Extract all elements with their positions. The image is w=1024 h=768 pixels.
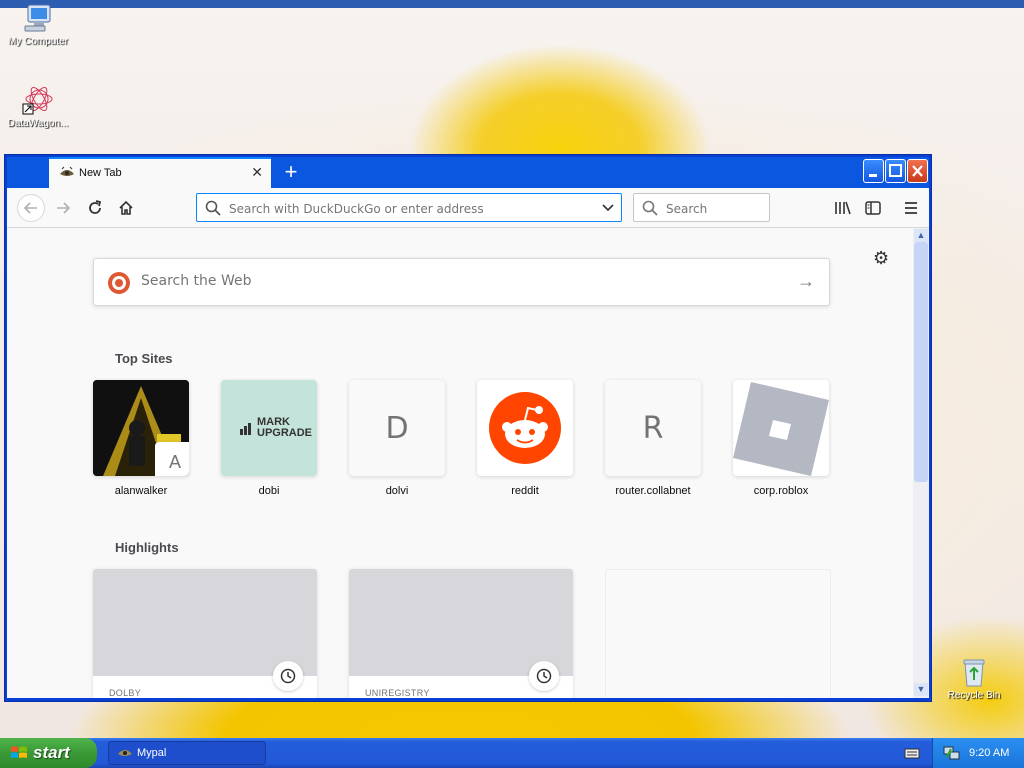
- dolvi-thumbnail: D: [349, 380, 445, 476]
- search-bar[interactable]: [633, 193, 770, 222]
- reddit-logo-icon: [489, 392, 561, 464]
- url-bar[interactable]: [196, 193, 622, 222]
- desktop-icon-label: DataWagon...: [7, 118, 69, 129]
- tab-bar: New Tab ✕ +: [7, 157, 929, 188]
- library-icon: [835, 201, 851, 215]
- reload-icon: [89, 200, 102, 214]
- roblox-thumbnail: [733, 380, 829, 476]
- search-icon: [642, 200, 658, 221]
- forward-button[interactable]: [49, 194, 77, 222]
- mypal-favicon-icon: [59, 166, 75, 180]
- top-sites-heading: Top Sites: [115, 351, 173, 366]
- desktop-icon-label: Recycle Bin: [947, 690, 1001, 701]
- chevron-down-icon[interactable]: [601, 201, 615, 219]
- hamburger-menu-icon: [905, 202, 917, 214]
- start-label: start: [33, 743, 70, 762]
- datawagon-icon: [22, 84, 54, 116]
- new-tab-button[interactable]: +: [277, 159, 305, 185]
- taskbar-item-mypal[interactable]: Mypal: [108, 741, 266, 765]
- alanwalker-thumbnail: A: [93, 380, 189, 476]
- start-button[interactable]: start: [0, 738, 97, 768]
- router-collabnet-thumbnail: R: [605, 380, 701, 476]
- back-button[interactable]: [17, 194, 45, 222]
- keyboard-icon[interactable]: [904, 746, 920, 765]
- top-site-tile[interactable]: D dolvi: [349, 380, 445, 497]
- roblox-logo-icon: [733, 382, 829, 476]
- clock-icon: [273, 661, 303, 691]
- browser-window: New Tab ✕ + Search with DuckDuckGo or en…: [4, 154, 932, 702]
- gear-icon[interactable]: ⚙: [873, 248, 889, 269]
- recycle-bin-icon: [958, 656, 990, 688]
- tab-new-tab[interactable]: New Tab ✕: [49, 157, 271, 188]
- network-icon[interactable]: [943, 745, 961, 766]
- arrow-right-icon[interactable]: →: [797, 271, 815, 292]
- alanwalker-badge: A: [155, 442, 189, 476]
- highlight-image: [349, 569, 573, 676]
- sidebar-icon: [865, 201, 881, 215]
- forward-arrow-icon: [57, 202, 71, 214]
- clock-icon: [529, 661, 559, 691]
- mypal-app-icon: [117, 746, 133, 765]
- highlight-card[interactable]: UNIREGISTRY: [349, 569, 573, 698]
- vertical-scrollbar[interactable]: ▲ ▼: [913, 228, 929, 698]
- highlight-card[interactable]: DOLBY: [93, 569, 317, 698]
- menu-button[interactable]: [897, 194, 925, 222]
- duckduckgo-logo-icon: [108, 272, 130, 294]
- top-site-tile[interactable]: corp.roblox: [733, 380, 829, 497]
- top-site-tile[interactable]: MARK UPGRADE dobi: [221, 380, 317, 497]
- desktop-icon-recycle-bin[interactable]: Recycle Bin: [936, 656, 1012, 701]
- scroll-thumb[interactable]: [914, 242, 928, 482]
- computer-icon: [22, 2, 54, 34]
- top-site-tile[interactable]: reddit: [477, 380, 573, 497]
- sidebar-toggle-button[interactable]: [859, 194, 887, 222]
- top-site-tile[interactable]: A alanwalker: [93, 380, 189, 497]
- desktop-icon-my-computer[interactable]: My Computer: [0, 2, 76, 47]
- reload-button[interactable]: [81, 194, 109, 222]
- taskbar-item-label: Mypal: [137, 747, 167, 759]
- back-arrow-icon: [23, 202, 37, 214]
- web-search-input[interactable]: [139, 272, 763, 290]
- bar-chart-icon: [240, 423, 251, 435]
- desktop-top-bar: [0, 0, 1024, 8]
- library-button[interactable]: [829, 194, 857, 222]
- desktop-icon-datawagon[interactable]: DataWagon...: [0, 84, 76, 129]
- highlight-source: DOLBY: [109, 688, 142, 698]
- dobi-thumbnail: MARK UPGRADE: [221, 380, 317, 476]
- new-tab-page: ⚙ → Top Sites A alanwalker: [7, 228, 913, 698]
- top-site-label: alanwalker: [114, 485, 168, 497]
- clock-time: 9:20 AM: [969, 747, 1010, 759]
- site-letter: D: [385, 410, 409, 446]
- reddit-thumbnail: [477, 380, 573, 476]
- highlight-image: [93, 569, 317, 676]
- top-site-tile[interactable]: R router.collabnet: [605, 380, 701, 497]
- desktop-icon-label: My Computer: [7, 36, 68, 47]
- top-site-label: corp.roblox: [753, 485, 809, 497]
- url-input[interactable]: [227, 198, 591, 219]
- top-site-label: dobi: [258, 485, 280, 497]
- home-button[interactable]: [112, 194, 140, 222]
- scroll-down-icon[interactable]: ▼: [914, 683, 928, 696]
- taskbar: start Mypal 9:20 AM: [0, 738, 1024, 768]
- scroll-up-icon[interactable]: ▲: [914, 229, 928, 242]
- navigation-toolbar: [7, 188, 929, 228]
- search-icon: [205, 200, 221, 221]
- home-icon: [119, 200, 133, 215]
- windows-logo-icon: [10, 745, 28, 766]
- highlight-card-empty: [605, 569, 831, 698]
- top-site-label: reddit: [511, 485, 539, 497]
- close-tab-icon[interactable]: ✕: [251, 164, 263, 181]
- tab-title: New Tab: [79, 167, 122, 179]
- maximize-button[interactable]: [885, 159, 906, 183]
- top-site-label: router.collabnet: [615, 485, 691, 497]
- highlight-source: UNIREGISTRY: [365, 688, 430, 698]
- highlights-heading: Highlights: [115, 540, 179, 555]
- minimize-button[interactable]: [863, 159, 884, 183]
- dobi-logo-text: MARK UPGRADE: [257, 416, 313, 439]
- site-letter: R: [642, 410, 664, 446]
- close-window-button[interactable]: [907, 159, 928, 183]
- system-tray: 9:20 AM: [932, 738, 1024, 768]
- search-input[interactable]: [664, 198, 763, 219]
- top-site-label: dolvi: [385, 485, 409, 497]
- web-search-box[interactable]: →: [93, 258, 830, 306]
